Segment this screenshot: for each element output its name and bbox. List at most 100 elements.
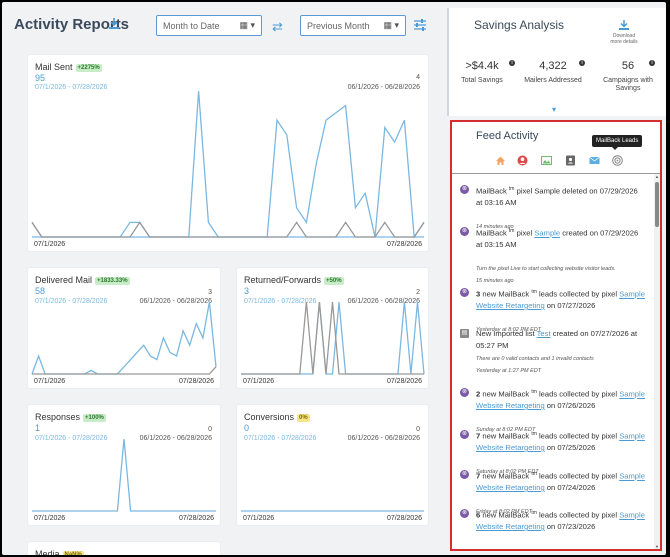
chart-card-conversions: Conversions 0% 0 07/1/2026 - 07/28/2026 0 06/… <box>237 405 428 525</box>
info-icon[interactable]: i <box>579 60 585 66</box>
line-chart <box>241 510 424 512</box>
metric-label: Mailers Addressed <box>524 77 582 84</box>
metric-mailers-addressed: 4,322 Mailers Addressed <box>522 60 584 85</box>
mailback-icon: ⊗ <box>460 227 469 236</box>
tooltip: MailBack Leads <box>592 135 643 150</box>
activity-header: Activity Reports Month to Date ▦ ▾ ⇄ Pre… <box>2 2 447 44</box>
feed-item-text: 7 new MailBack tm leads collected by pix… <box>476 431 645 453</box>
savings-title: Savings Analysis <box>474 18 565 32</box>
trademark: tm <box>531 510 537 516</box>
person-icon[interactable] <box>517 155 528 166</box>
chart-card-responses: Responses +100% 1 07/1/2026 - 07/28/2026 0 06… <box>28 405 220 525</box>
mailback-icon: ⊗ <box>460 185 469 194</box>
mailback-icon: ⊗ <box>460 288 469 297</box>
mailback-icon: ⊗ <box>460 470 469 479</box>
download-details-label: Download more details <box>610 33 638 45</box>
trademark: tm <box>531 289 537 295</box>
series-line-0 <box>241 301 425 375</box>
period-select-current-value: Month to Date <box>163 21 220 31</box>
feed-list: ⊗ MailBack tm pixel Sample deleted on 07/… <box>452 174 652 549</box>
period-select-previous-value: Previous Month <box>307 21 370 31</box>
trademark: tm <box>531 431 537 437</box>
feed-link[interactable]: Sample Website Retargeting <box>476 511 645 532</box>
card-title: Media NaN% <box>35 549 84 555</box>
feed-activity-panel: Feed Activity MailBack Leads ⊗ MailBack t… <box>450 120 662 551</box>
calendar-icon: ▦ ▾ <box>239 20 255 30</box>
lead-count: 3 <box>476 289 481 299</box>
trademark: tm <box>531 471 537 477</box>
line-chart <box>32 438 216 512</box>
app-window: Activity Reports Month to Date ▦ ▾ ⇄ Pre… <box>2 2 666 555</box>
series-line-0 <box>32 438 216 512</box>
line-chart <box>31 301 217 375</box>
trademark: tm <box>531 389 537 395</box>
feed-title: Feed Activity <box>476 130 539 142</box>
trademark: tm <box>508 186 515 192</box>
feed-item-text: 3 new MailBack tm leads collected by pix… <box>476 289 645 311</box>
line-chart <box>241 301 425 375</box>
series-line-2 <box>31 221 425 238</box>
mailback-icon: ⊗ <box>460 430 469 439</box>
calendar-icon: ▦ ▾ <box>383 20 399 30</box>
feed-item-text: 2 new MailBack tm leads collected by pix… <box>476 389 645 411</box>
chart-card-returned-forwards: Returned/Forwards +50% 3 07/1/2026 - 07/28/… <box>237 268 428 388</box>
series-line-1 <box>31 90 425 239</box>
feed-link[interactable]: Sample Website Retargeting <box>476 390 645 411</box>
scroll-up-icon[interactable]: ▲ <box>654 174 660 179</box>
series-line-1 <box>32 366 217 375</box>
feed-item-time: 15 minutes ago <box>476 277 514 284</box>
lead-count: 2 <box>476 389 481 399</box>
feed-scrollbar[interactable]: ▲ ▼ <box>654 174 660 549</box>
change-badge: NaN% <box>62 551 84 555</box>
info-icon[interactable]: i <box>649 60 655 66</box>
series-line-0 <box>31 301 217 375</box>
download-icon <box>619 20 629 30</box>
lead-count: 7 <box>476 471 481 481</box>
scrollbar-thumb[interactable] <box>655 182 659 227</box>
feed-item-text: New Imported list Test created on 07/27/… <box>476 329 638 350</box>
feed-link[interactable]: Sample Website Retargeting <box>476 432 645 453</box>
chart-card-delivered-mail: Delivered Mail +1833.33% 58 07/1/2026 - 07/… <box>28 268 220 388</box>
mail-icon[interactable] <box>589 155 600 166</box>
metric-total-savings: >$4.4k Total Savings <box>451 60 513 85</box>
download-icon[interactable] <box>107 17 121 31</box>
period-select-previous[interactable]: Previous Month ▦ ▾ <box>300 15 406 36</box>
metric-label: Total Savings <box>461 77 503 84</box>
feed-item-text: MailBack tm pixel Sample created on 07/2… <box>476 228 639 250</box>
metric-value: 4,322 <box>539 60 567 72</box>
feed-item-text: MailBack tm pixel Sample deleted on 07/2… <box>476 186 638 208</box>
home-icon[interactable] <box>495 155 506 166</box>
period-select-current[interactable]: Month to Date ▦ ▾ <box>156 15 262 36</box>
line-chart <box>31 90 425 239</box>
chart-card-mail-sent: Mail Sent +2275% 95 07/1/2026 - 07/28/2026 4… <box>28 55 428 251</box>
feed-item-text: 6 new MailBack tm leads collected by pix… <box>476 510 645 532</box>
target-icon[interactable] <box>612 155 623 166</box>
feed-item-note: Turn the pixel Live to start collecting … <box>476 265 616 272</box>
chart-card-media: Media NaN% <box>28 542 220 555</box>
lead-count: 6 <box>476 510 481 520</box>
feed-item-time: Yesterday at 1:27 PM EDT <box>476 368 542 374</box>
card-title-text: Media <box>35 549 60 555</box>
contact-icon[interactable] <box>565 155 576 166</box>
trademark: tm <box>508 228 515 234</box>
series-line-1 <box>241 301 424 375</box>
info-icon[interactable]: i <box>509 60 515 66</box>
feed-link[interactable]: Sample Website Retargeting <box>476 290 645 311</box>
filter-settings-icon[interactable] <box>413 18 427 32</box>
download-details-button[interactable]: Download more details <box>609 20 639 45</box>
list-icon: ▤ <box>460 329 469 338</box>
chevron-down-icon[interactable]: ▾ <box>552 105 556 114</box>
scroll-down-icon[interactable]: ▼ <box>654 544 660 549</box>
savings-analysis-panel: Savings Analysis Download more details >… <box>447 8 666 116</box>
feed-item-note: There are 0 valid contacts and 1 invalid… <box>476 356 594 362</box>
feed-item-text: 7 new MailBack tm leads collected by pix… <box>476 471 645 493</box>
feed-link[interactable]: Sample Website Retargeting <box>476 472 645 493</box>
metric-label: Campaigns with Savings <box>603 77 653 92</box>
mailback-icon: ⊗ <box>460 388 469 397</box>
mailback-icon: ⊗ <box>460 509 469 518</box>
swap-icon[interactable]: ⇄ <box>272 19 283 35</box>
feed-link[interactable]: Sample <box>534 229 560 238</box>
image-icon[interactable] <box>541 155 552 166</box>
feed-link[interactable]: Test <box>537 329 551 338</box>
metric-value: >$4.4k <box>465 60 499 72</box>
